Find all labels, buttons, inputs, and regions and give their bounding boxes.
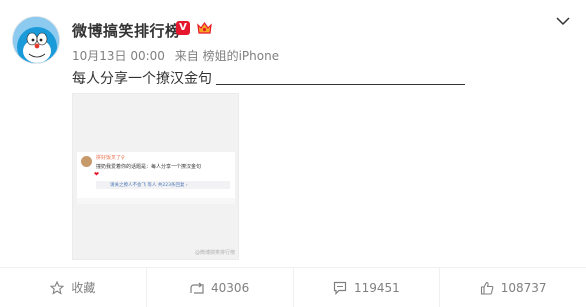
reply-preview: 请关之撩人不会飞 等人 共223条回复 ›	[96, 181, 230, 189]
user-avatar[interactable]	[12, 16, 60, 64]
like-button[interactable]: 108737	[440, 268, 586, 307]
comment-username: 拼好饭叉了♀	[96, 155, 125, 161]
post-source: 来自 榜姐的iPhone	[174, 49, 280, 63]
doraemon-avatar-icon	[13, 17, 59, 63]
comment-button[interactable]: 119451	[294, 268, 441, 307]
post-username[interactable]: 微博搞笑排行榜	[72, 20, 181, 41]
favorite-button[interactable]: 收藏	[0, 268, 147, 307]
action-bar: 收藏 40306 119451 108737	[0, 268, 586, 307]
weibo-post-card: 微博搞笑排行榜 V 10月13日 00:00 来自 榜姐的iPhone 每人分享…	[0, 0, 586, 307]
verified-v-icon: V	[176, 21, 190, 35]
comment-icon	[333, 281, 347, 295]
repost-icon	[190, 282, 204, 294]
screenshot-comment-card: 拼好饭叉了♀ 撞奶我爱着你的话题是：每人分享一个撩汉金句 ❤ 请关之撩人不会飞 …	[77, 152, 235, 204]
image-watermark: @微博搞笑排行榜	[194, 250, 235, 256]
thumbs-up-icon	[480, 281, 494, 295]
post-text-content: 每人分享一个撩汉金句	[72, 71, 212, 87]
comment-avatar	[81, 156, 92, 167]
card-bottom-gap	[77, 198, 235, 204]
post-image[interactable]: 拼好饭叉了♀ 撞奶我爱着你的话题是：每人分享一个撩汉金句 ❤ 请关之撩人不会飞 …	[72, 93, 239, 260]
reply-preview-text: 请关之撩人不会飞 等人 共223条回复 ›	[110, 183, 188, 188]
comment-text: 撞奶我爱着你的话题是：每人分享一个撩汉金句	[96, 164, 202, 170]
like-count: 108737	[500, 280, 547, 295]
repost-button[interactable]: 40306	[147, 268, 294, 307]
heart-icon: ❤	[94, 171, 100, 178]
post-timestamp[interactable]: 10月13日 00:00	[72, 49, 165, 63]
favorite-label: 收藏	[71, 281, 96, 295]
post-meta: 10月13日 00:00 来自 榜姐的iPhone	[72, 47, 285, 64]
fill-in-blank-line	[216, 71, 465, 85]
post-text: 每人分享一个撩汉金句	[72, 68, 465, 88]
chevron-down-icon[interactable]	[556, 16, 570, 26]
comment-count: 119451	[353, 280, 400, 295]
star-icon	[50, 280, 65, 295]
repost-count: 40306	[211, 280, 250, 295]
crown-member-icon[interactable]	[196, 20, 213, 36]
